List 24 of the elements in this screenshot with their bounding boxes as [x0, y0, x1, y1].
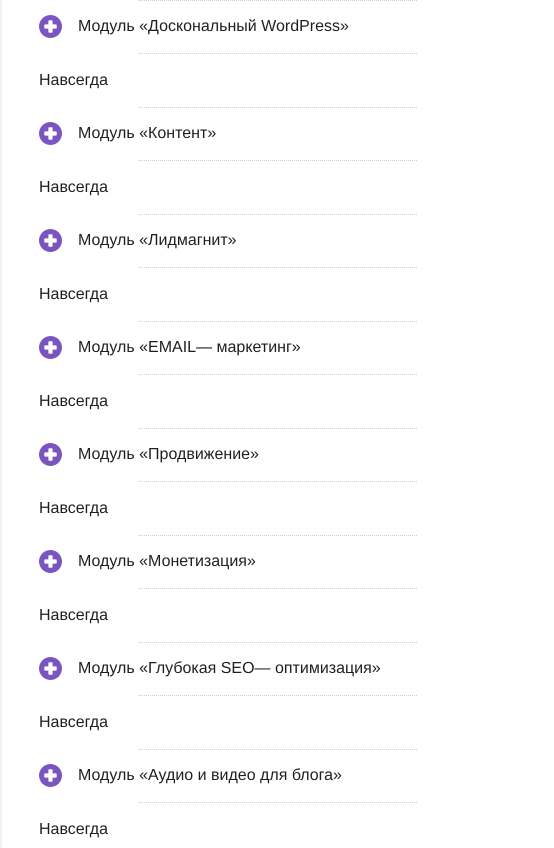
access-duration: Навсегда	[39, 606, 108, 626]
plus-circle-icon[interactable]	[39, 657, 62, 680]
module-title[interactable]: Модуль «Лидмагнит»	[78, 228, 237, 252]
plus-circle-icon[interactable]	[39, 15, 62, 38]
module-title[interactable]: Модуль «Аудио и видео для блога»	[78, 764, 342, 788]
module-title[interactable]: Модуль «Монетизация»	[78, 550, 256, 574]
plus-circle-icon[interactable]	[39, 550, 62, 573]
module-title[interactable]: Модуль «Продвижение»	[78, 442, 259, 466]
access-duration: Навсегда	[39, 820, 108, 840]
access-duration: Навсегда	[39, 498, 108, 518]
access-duration: Навсегда	[39, 392, 108, 412]
plus-circle-icon[interactable]	[39, 229, 62, 252]
plus-circle-icon[interactable]	[39, 336, 62, 359]
module-title[interactable]: Модуль «EMAIL— маркетинг»	[78, 336, 301, 360]
module-title[interactable]: Модуль «Доскональный WordPress»	[78, 14, 349, 38]
access-duration: Навсегда	[39, 284, 108, 304]
plus-circle-icon[interactable]	[39, 122, 62, 145]
access-duration: Навсегда	[39, 712, 108, 732]
access-duration: Навсегда	[39, 178, 108, 198]
access-duration: Навсегда	[39, 70, 108, 90]
module-title[interactable]: Модуль «Контент»	[78, 122, 216, 146]
module-title[interactable]: Модуль «Глубокая SEO— оптимизация»	[78, 656, 381, 680]
plus-circle-icon[interactable]	[39, 764, 62, 787]
plus-circle-icon[interactable]	[39, 443, 62, 466]
